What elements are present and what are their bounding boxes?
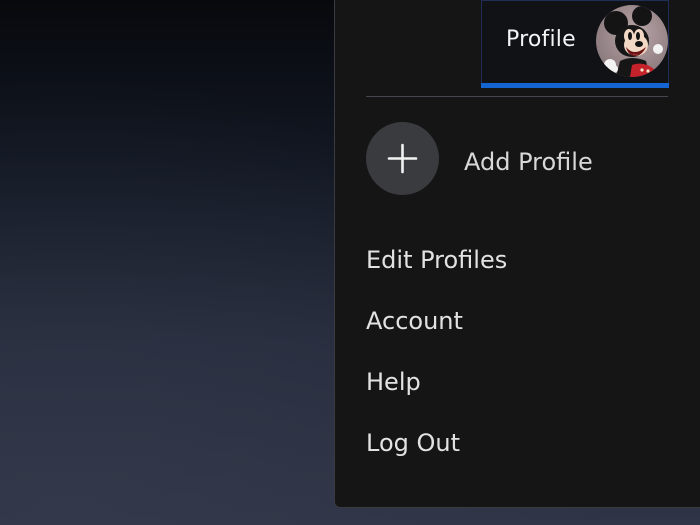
account-link[interactable]: Account [366,307,463,335]
add-profile-circle [366,122,439,195]
mickey-mouse-avatar-icon [596,5,668,77]
profile-name: Profile [506,27,576,52]
add-profile-label: Add Profile [464,148,593,176]
active-profile-indicator [481,83,669,88]
plus-icon [387,143,418,174]
edit-profiles-link[interactable]: Edit Profiles [366,246,507,274]
log-out-link[interactable]: Log Out [366,429,460,457]
add-profile-button[interactable]: Add Profile [366,122,666,196]
current-profile-button[interactable]: Profile [481,0,669,88]
profile-dropdown-menu: Profile Add Profile Edit Profiles Accoun… [334,0,700,508]
help-link[interactable]: Help [366,368,421,396]
menu-divider [366,96,668,97]
